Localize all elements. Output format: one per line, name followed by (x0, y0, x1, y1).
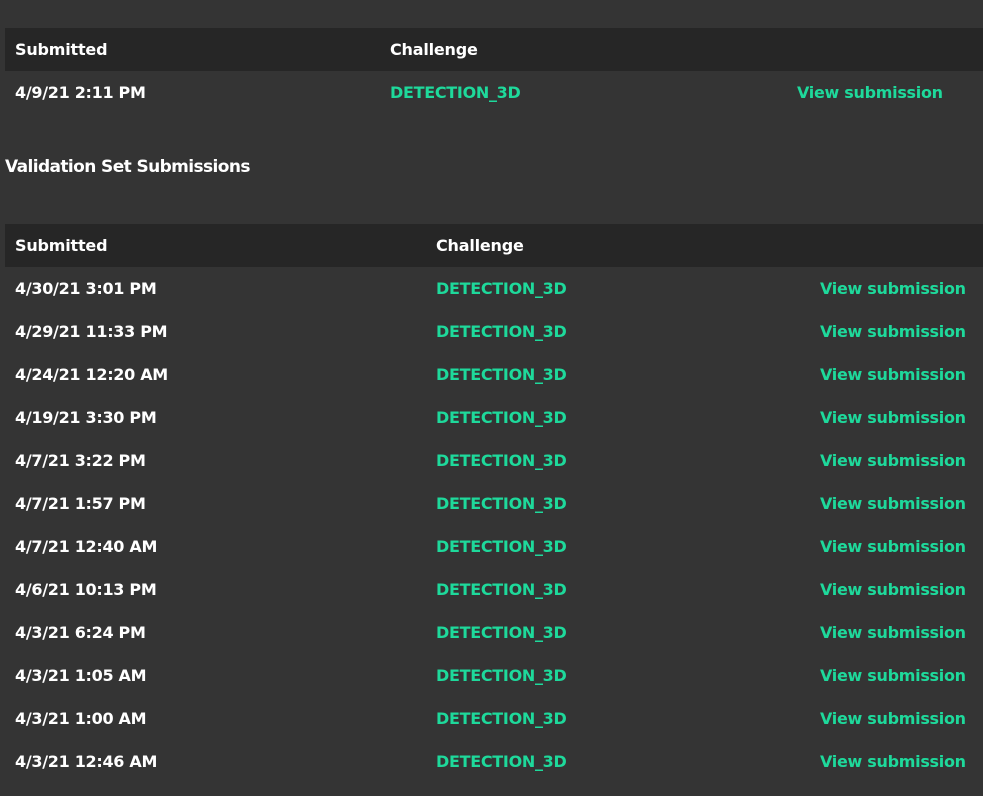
view-submission-link[interactable]: View submission (820, 752, 966, 771)
header-submitted: Submitted (15, 40, 108, 59)
view-submission-link[interactable]: View submission (820, 494, 966, 513)
view-submission-link[interactable]: View submission (820, 580, 966, 599)
view-submission-link[interactable]: View submission (797, 83, 943, 102)
action-cell: View submission (810, 740, 983, 783)
table-row: 4/19/21 3:30 PM DETECTION_3D View submissi… (5, 396, 983, 439)
challenge-name: DETECTION_3D (436, 408, 567, 427)
action-cell: View submission (810, 525, 983, 568)
action-cell: View submission (810, 353, 983, 396)
action-cell: View submission (810, 396, 983, 439)
test-submissions-body: 4/9/21 2:11 PM DETECTION_3D View submissio… (5, 71, 983, 114)
header-submitted: Submitted (15, 236, 108, 255)
table-row: 4/7/21 1:57 PM DETECTION_3D View submissio… (5, 482, 983, 525)
submitted-date: 4/7/21 1:57 PM (15, 494, 146, 513)
challenge-name: DETECTION_3D (436, 365, 567, 384)
challenge-name: DETECTION_3D (436, 709, 567, 728)
challenge-name: DETECTION_3D (436, 537, 567, 556)
validation-section-title: Validation Set Submissions (5, 157, 250, 177)
action-cell: View submission (810, 654, 983, 697)
view-submission-link[interactable]: View submission (820, 623, 966, 642)
test-submissions-table: Submitted Challenge 4/9/21 2:11 PM DETECT… (5, 28, 983, 114)
challenge-name: DETECTION_3D (436, 279, 567, 298)
table-row: 4/29/21 11:33 PM DETECTION_3D View submiss… (5, 310, 983, 353)
challenge-name: DETECTION_3D (436, 623, 567, 642)
view-submission-link[interactable]: View submission (820, 709, 966, 728)
table-row: 4/3/21 12:46 AM DETECTION_3D View submissi… (5, 740, 983, 783)
challenge-name: DETECTION_3D (436, 752, 567, 771)
action-cell: View submission (810, 611, 983, 654)
action-cell: View submission (810, 267, 983, 310)
action-cell: View submission (810, 697, 983, 740)
submitted-date: 4/6/21 10:13 PM (15, 580, 157, 599)
submitted-date: 4/30/21 3:01 PM (15, 279, 157, 298)
table-row: 4/9/21 2:11 PM DETECTION_3D View submissio… (5, 71, 983, 114)
header-challenge: Challenge (390, 40, 478, 59)
challenge-name: DETECTION_3D (390, 83, 521, 102)
challenge-name: DETECTION_3D (436, 494, 567, 513)
submitted-date: 4/29/21 11:33 PM (15, 322, 168, 341)
submitted-date: 4/3/21 1:05 AM (15, 666, 147, 685)
submitted-date: 4/24/21 12:20 AM (15, 365, 168, 384)
view-submission-link[interactable]: View submission (820, 365, 966, 384)
submitted-date: 4/7/21 3:22 PM (15, 451, 146, 470)
table-row: 4/3/21 6:24 PM DETECTION_3D View submissio… (5, 611, 983, 654)
challenge-name: DETECTION_3D (436, 580, 567, 599)
table-row: 4/3/21 1:00 AM DETECTION_3D View submissio… (5, 697, 983, 740)
view-submission-link[interactable]: View submission (820, 666, 966, 685)
header-action (787, 28, 983, 71)
challenge-name: DETECTION_3D (436, 451, 567, 470)
table-header-row: Submitted Challenge (5, 28, 983, 71)
table-row: 4/7/21 12:40 AM DETECTION_3D View submissi… (5, 525, 983, 568)
submitted-date: 4/19/21 3:30 PM (15, 408, 157, 427)
view-submission-link[interactable]: View submission (820, 408, 966, 427)
action-cell: View submission (810, 568, 983, 611)
challenge-name: DETECTION_3D (436, 322, 567, 341)
table-header-row: Submitted Challenge (5, 224, 983, 267)
table-row: 4/7/21 3:22 PM DETECTION_3D View submissio… (5, 439, 983, 482)
table-row: 4/3/21 1:05 AM DETECTION_3D View submissio… (5, 654, 983, 697)
submitted-date: 4/3/21 1:00 AM (15, 709, 147, 728)
table-row: 4/24/21 12:20 AM DETECTION_3D View submiss… (5, 353, 983, 396)
action-cell: View submission (810, 482, 983, 525)
validation-submissions-body: 4/30/21 3:01 PM DETECTION_3D View submissi… (5, 267, 983, 783)
submitted-date: 4/3/21 6:24 PM (15, 623, 146, 642)
table-row: 4/6/21 10:13 PM DETECTION_3D View submissi… (5, 568, 983, 611)
submitted-date: 4/7/21 12:40 AM (15, 537, 158, 556)
header-challenge: Challenge (436, 236, 524, 255)
submitted-date: 4/3/21 12:46 AM (15, 752, 158, 771)
challenge-name: DETECTION_3D (436, 666, 567, 685)
view-submission-link[interactable]: View submission (820, 279, 966, 298)
action-cell: View submission (787, 71, 983, 114)
validation-submissions-table: Submitted Challenge 4/30/21 3:01 PM DETEC… (5, 224, 983, 783)
action-cell: View submission (810, 439, 983, 482)
submissions-page: Submitted Challenge 4/9/21 2:11 PM DETECT… (0, 0, 983, 796)
header-action (810, 224, 983, 267)
view-submission-link[interactable]: View submission (820, 537, 966, 556)
action-cell: View submission (810, 310, 983, 353)
view-submission-link[interactable]: View submission (820, 322, 966, 341)
view-submission-link[interactable]: View submission (820, 451, 966, 470)
table-row: 4/30/21 3:01 PM DETECTION_3D View submissi… (5, 267, 983, 310)
submitted-date: 4/9/21 2:11 PM (15, 83, 146, 102)
